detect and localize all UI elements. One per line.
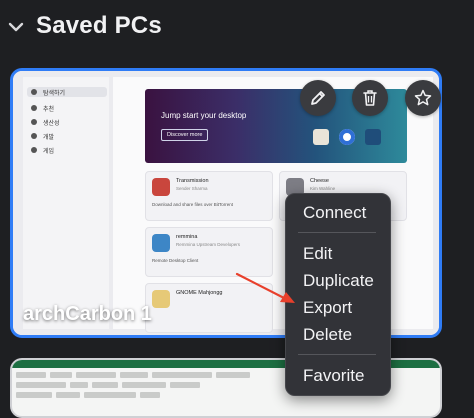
app-icon bbox=[313, 129, 329, 145]
context-menu: Connect Edit Duplicate Export Delete Fav… bbox=[285, 193, 391, 396]
delete-button[interactable] bbox=[352, 80, 388, 116]
app-description: Remote Desktop Client bbox=[152, 258, 199, 263]
edit-button[interactable] bbox=[300, 80, 336, 116]
app-name: GNOME Mahjongg bbox=[176, 290, 223, 296]
app-icon bbox=[339, 129, 355, 145]
section-header[interactable]: Saved PCs bbox=[0, 0, 474, 56]
app-name: Transmission bbox=[176, 178, 209, 184]
trash-icon bbox=[363, 90, 377, 106]
banner-title: Jump start your desktop bbox=[161, 111, 247, 120]
app-developer: Sender Sharma bbox=[176, 186, 208, 191]
banner-button: Discover more bbox=[161, 129, 209, 141]
mahjongg-icon bbox=[152, 290, 170, 308]
menu-item-favorite[interactable]: Favorite bbox=[303, 365, 385, 387]
remmina-icon bbox=[152, 234, 170, 252]
menu-item-delete[interactable]: Delete bbox=[303, 324, 385, 346]
thumbnail-sidebar: 탐색하기 추천 생산성 개발 게임 bbox=[23, 77, 109, 329]
app-name: remmina bbox=[176, 234, 198, 240]
transmission-icon bbox=[152, 178, 170, 196]
app-name: Cheese bbox=[310, 178, 329, 184]
menu-item-export[interactable]: Export bbox=[303, 297, 385, 319]
thumbnail-sidebar-item: 탐색하기 bbox=[27, 87, 107, 97]
app-card: remmina Remmina Upstream Developers Remo… bbox=[145, 227, 273, 277]
menu-item-connect[interactable]: Connect bbox=[303, 202, 385, 224]
menu-item-edit[interactable]: Edit bbox=[303, 243, 385, 265]
thumbnail-sidebar-item: 게임 bbox=[31, 145, 54, 155]
thumbnail-sidebar-item: 추천 bbox=[31, 103, 54, 113]
favorite-button[interactable] bbox=[405, 80, 441, 116]
thumbnail-sidebar-item: 생산성 bbox=[31, 117, 60, 127]
app-card: GNOME Mahjongg bbox=[145, 283, 273, 333]
section-title: Saved PCs bbox=[36, 12, 162, 39]
thumbnail-sidebar-item: 개발 bbox=[31, 131, 54, 141]
pencil-icon bbox=[311, 91, 325, 105]
app-developer: Kim Wahline bbox=[310, 186, 336, 191]
star-icon bbox=[414, 89, 432, 106]
banner-app-icons bbox=[313, 129, 381, 145]
menu-separator bbox=[298, 354, 376, 355]
app-icon bbox=[365, 129, 381, 145]
pc-name: archCarbon 1 bbox=[23, 303, 152, 325]
app-card: Transmission Sender Sharma Download and … bbox=[145, 171, 273, 221]
app-developer: Remmina Upstream Developers bbox=[176, 242, 241, 247]
menu-separator bbox=[298, 232, 376, 233]
menu-item-duplicate[interactable]: Duplicate bbox=[303, 270, 385, 292]
chevron-down-icon[interactable] bbox=[6, 17, 26, 37]
app-description: Download and share files over BitTorrent bbox=[152, 202, 234, 207]
